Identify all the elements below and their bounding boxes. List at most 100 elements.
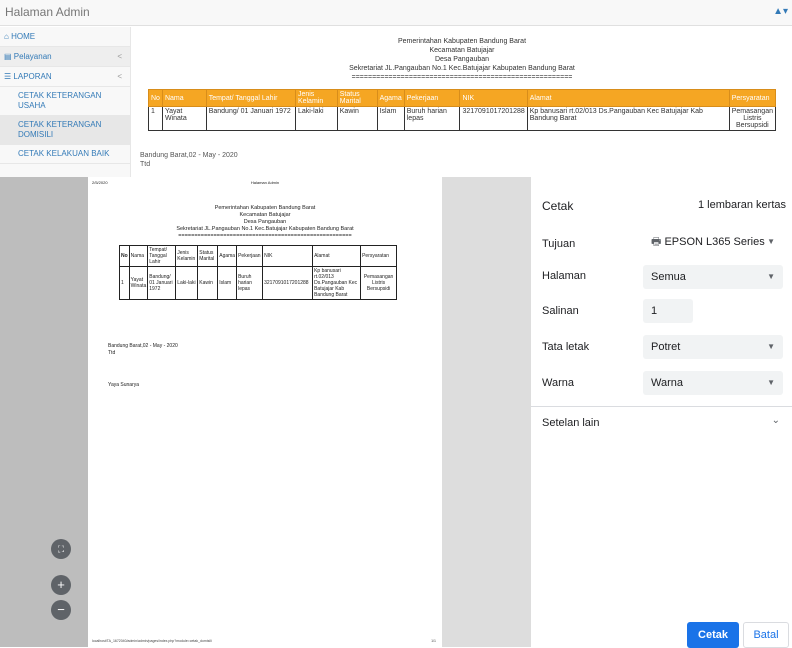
table-cell: Bandung/ 01 Januari 1972 (205, 106, 296, 131)
user-menu-icon[interactable]: ▲▾ (773, 6, 788, 17)
table-cell: Buruh harian lepas (236, 266, 264, 300)
col-header: Status Marital (197, 245, 219, 267)
col-header: Persyaratan (728, 89, 777, 107)
col-header: NIK (262, 245, 314, 267)
app-title: Halaman Admin (5, 5, 90, 19)
preview-page: 2/5/2020 Halaman Admin Pemerintahan Kabu… (88, 177, 442, 647)
table-cell: Pemasangan Listris Bersupsidi (728, 106, 777, 131)
header-line: Sekretariat JL.Pangauban No.1 Kec.Batuja… (349, 65, 575, 72)
table-cell: Pemasangan Listris Bersupsidi (360, 266, 398, 300)
chevron-left-icon: < (117, 52, 122, 61)
col-header: Nama (161, 89, 207, 107)
pages-value: Semua (651, 271, 686, 283)
table-cell: Kp banusari rt.02/013 Ds.Pangauban Kec B… (526, 106, 730, 131)
destination-select[interactable]: 🖶 EPSON L365 Series ▼ (643, 230, 783, 254)
report-header: Pemerintahan Kabupaten Bandung Barat Kec… (132, 37, 792, 82)
chevron-down-icon: ▼ (767, 237, 775, 246)
page-signer: Yaya Sunarya (108, 382, 140, 388)
header-line: ========================================… (178, 233, 352, 239)
sidebar-item-label: HOME (11, 32, 36, 41)
col-header: No (119, 245, 130, 267)
fit-to-page-icon[interactable]: ⛶ (51, 539, 71, 559)
table-row: 1 Yayat Winata Bandung/ 01 Januari 1972 … (148, 106, 777, 131)
pages-label: Halaman (542, 270, 587, 282)
sidebar-subitem-kelakuan[interactable]: CETAK KELAKUAN BAIK (0, 145, 130, 164)
table-header-row: No Nama Tempat/ Tanggal Lahir Jenis Kela… (148, 89, 777, 107)
table-cell: Bandung/ 01 Januari 1972 (147, 266, 177, 300)
print-dialog: Cetak 1 lembaran kertas Tujuan 🖶 EPSON L… (531, 177, 792, 648)
table-cell: Kawin (336, 106, 378, 131)
app-header: Halaman Admin ▲▾ (0, 0, 792, 26)
sidebar-item-laporan[interactable]: ☰ LAPORAN < (0, 67, 130, 87)
col-header: NIK (459, 89, 528, 107)
col-header: Nama (128, 245, 149, 267)
layout-select[interactable]: Potret ▼ (643, 335, 783, 359)
layout-label: Tata letak (542, 341, 590, 353)
col-header: Agama (376, 89, 405, 107)
sidebar-item-label: LAPORAN (13, 72, 52, 81)
table-row: 1 Yayat Winata Bandung/ 01 Januari 1972 … (119, 266, 398, 300)
copies-input[interactable]: 1 (643, 299, 693, 323)
report-table: No Nama Tempat/ Tanggal Lahir Jenis Kela… (148, 89, 777, 131)
cancel-button[interactable]: Batal (743, 622, 789, 648)
footer-place: Bandung Barat,02 - May - 2020 (108, 343, 178, 349)
table-cell: Kawin (197, 266, 219, 300)
col-header: Pekerjaan (236, 245, 264, 267)
col-header: Jenis Kelamin (294, 89, 338, 107)
chevron-down-icon: ▼ (767, 378, 775, 387)
preview-margin-left (0, 177, 88, 647)
footer-place: Bandung Barat,02 - May - 2020 (140, 152, 238, 159)
header-line: Kecamatan Batujajar (239, 212, 291, 218)
col-header: Persyaratan (360, 245, 398, 267)
page-url: localhost/TA_1672040/admin/admin/pages/i… (92, 639, 212, 643)
home-icon: ⌂ (4, 32, 9, 41)
col-header: Tempat/ Tanggal Lahir (205, 89, 296, 107)
sidebar-subitem-domisili[interactable]: CETAK KETERANGAN DOMISILI (0, 116, 130, 145)
dialog-title: Cetak (542, 199, 574, 213)
page-report-header: Pemerintahan Kabupaten Bandung Barat Kec… (88, 205, 442, 240)
copies-label: Salinan (542, 305, 579, 317)
divider (531, 406, 792, 407)
print-button[interactable]: Cetak (687, 622, 739, 648)
printer-icon: 🖶 (651, 236, 662, 248)
pages-select[interactable]: Semua ▼ (643, 265, 783, 289)
footer-ttd: Ttd (108, 350, 116, 356)
table-cell: Islam (376, 106, 405, 131)
col-header: Agama (217, 245, 238, 267)
chevron-down-icon: ▼ (767, 342, 775, 351)
color-label: Warna (542, 377, 574, 389)
sheet-count: 1 lembaran kertas (697, 199, 786, 211)
col-header: No (148, 89, 163, 107)
header-line: Kecamatan Batujajar (429, 47, 495, 54)
print-preview-area: 2/5/2020 Halaman Admin Pemerintahan Kabu… (0, 177, 531, 647)
users-icon: ☰ (4, 72, 12, 81)
destination-value: EPSON L365 Series (664, 236, 765, 248)
page-header-title: Halaman Admin (250, 180, 280, 185)
col-header: Tempat/ Tanggal Lahir (147, 245, 177, 267)
chevron-down-icon[interactable]: ⌄ (772, 415, 780, 426)
more-settings-toggle[interactable]: Setelan lain (542, 417, 600, 429)
zoom-out-icon[interactable]: − (51, 600, 71, 620)
sidebar-item-pelayanan[interactable]: ▤ Pelayanan < (0, 47, 130, 67)
col-header: Alamat (526, 89, 730, 107)
zoom-in-icon[interactable]: + (51, 575, 71, 595)
chart-icon: ▤ (4, 52, 12, 61)
page-number: 1/1 (431, 639, 436, 643)
col-header: Pekerjaan (403, 89, 461, 107)
chevron-left-icon: < (117, 72, 122, 81)
table-cell: Laki-laki (175, 266, 199, 300)
table-cell: Kp banusari rt.02/013 Ds.Pangauban Kec B… (312, 266, 362, 300)
header-line: Desa Pangauban (434, 56, 490, 63)
color-select[interactable]: Warna ▼ (643, 371, 783, 395)
table-cell: 1 (119, 266, 130, 300)
table-cell: Yayat Winata (128, 266, 149, 300)
sidebar-subitem-usaha[interactable]: CETAK KETERANGAN USAHA (0, 87, 130, 116)
chevron-down-icon: ▼ (767, 272, 775, 281)
table-cell: Islam (217, 266, 238, 300)
col-header: Status Marital (336, 89, 378, 107)
header-line: Pemerintahan Kabupaten Bandung Barat (397, 38, 527, 45)
footer-ttd: Ttd (140, 161, 151, 168)
col-header: Jenis Kelamin (175, 245, 199, 267)
table-cell: 3217091017201288 (262, 266, 314, 300)
sidebar-item-home[interactable]: ⌂ HOME (0, 27, 130, 47)
